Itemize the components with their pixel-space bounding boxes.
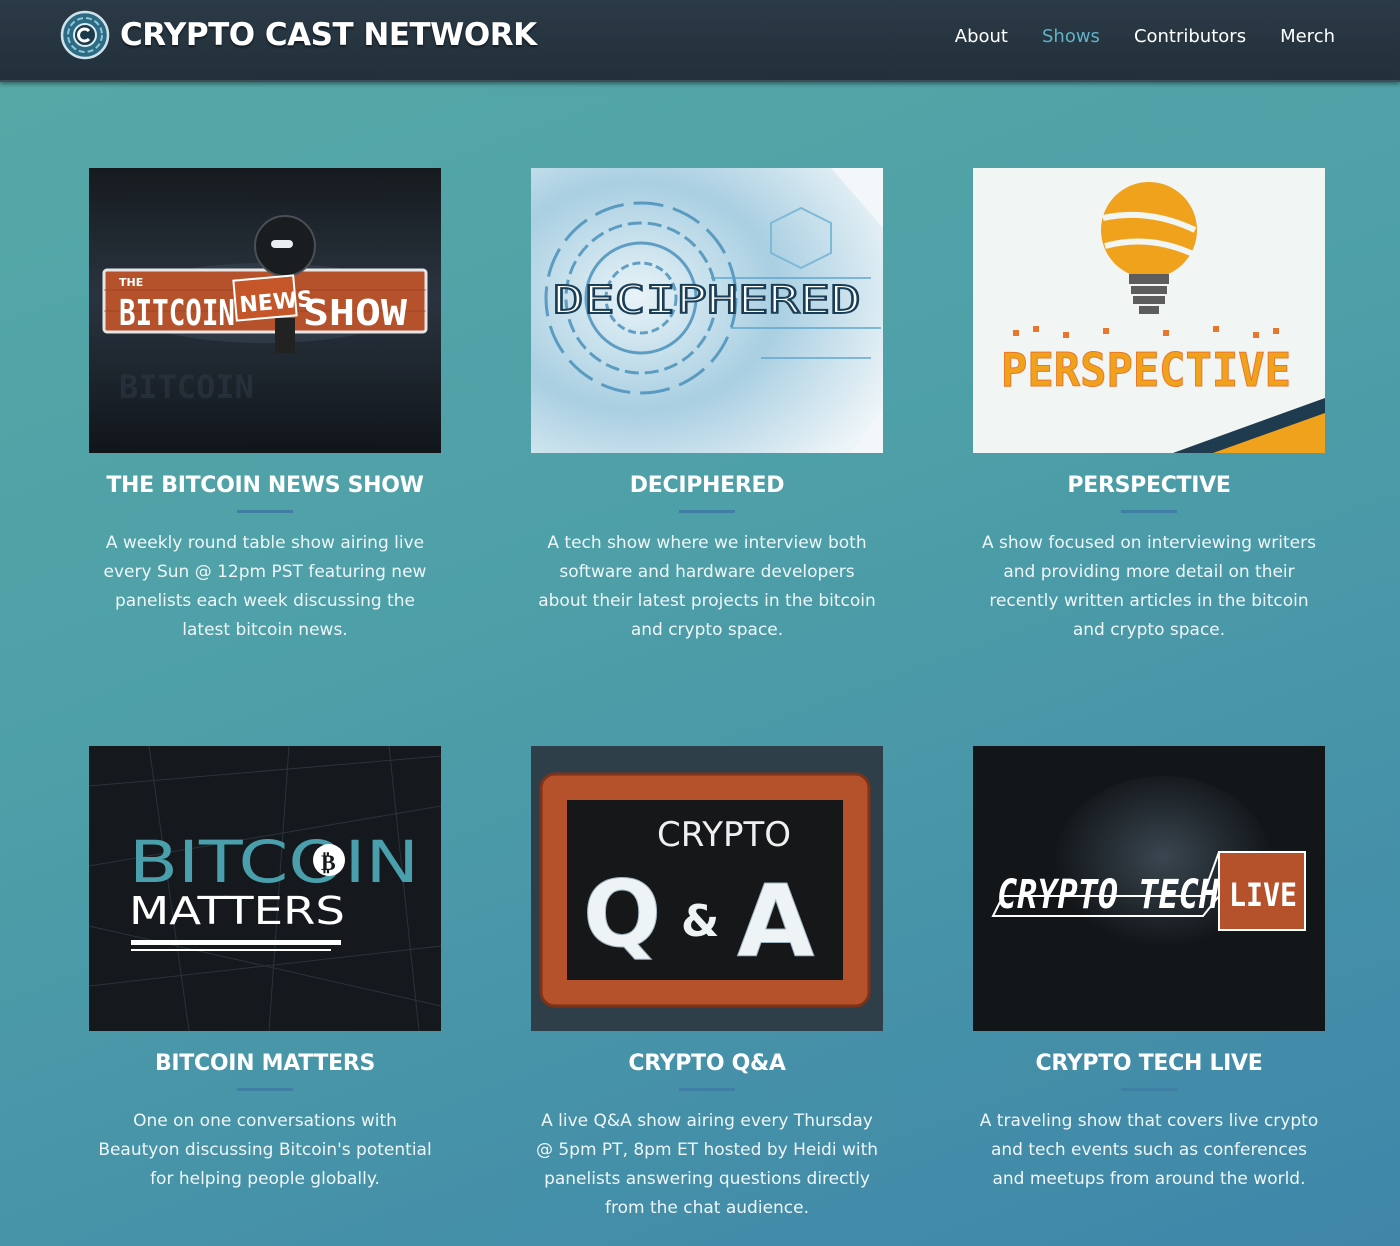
show-description: A weekly round table show airing live ev… bbox=[103, 533, 427, 640]
show-title: CRYPTO Q&A bbox=[628, 1051, 786, 1076]
nav-contributors[interactable]: Contributors bbox=[1134, 24, 1246, 50]
title-divider bbox=[679, 1088, 735, 1091]
bitcoin-news-show-logo-bitcoin: BITCOIN bbox=[119, 293, 235, 334]
title-divider bbox=[1121, 510, 1177, 513]
crypto-tech-live-logo-crypto-tech: CRYPTO TECH bbox=[997, 872, 1220, 918]
show-card-crypto-qa: CRYPTO Q & A CRYPTO Q&A A live Q&A show … bbox=[531, 746, 883, 1223]
crypto-qa-logo-amp: & bbox=[681, 896, 719, 947]
crypto-qa-logo-q: Q bbox=[583, 861, 661, 968]
show-card-bitcoin-matters: BITCOIN ₿ MATTERS BITCOIN MATTERS One on… bbox=[89, 746, 441, 1194]
brand-logo-icon bbox=[60, 10, 110, 60]
svg-text:₿: ₿ bbox=[321, 851, 336, 876]
nav-shows[interactable]: Shows bbox=[1042, 24, 1100, 50]
bitcoin-matters-logo-bitcoin: BITCOIN bbox=[129, 828, 419, 896]
deciphered-logo-text: DECIPHERED bbox=[553, 278, 861, 322]
bitcoin-news-show-logo-reflection: BITCOIN bbox=[119, 368, 254, 406]
bitcoin-matters-logo-matters: MATTERS bbox=[129, 889, 345, 933]
deciphered-logo-image: DECIPHERED bbox=[531, 168, 883, 453]
show-card-bitcoin-news-show: THE BITCOIN NEWS SHOW BITCOIN THE BITCOI… bbox=[89, 168, 441, 645]
brand-name: CRYPTO CAST NETWORK bbox=[120, 17, 537, 53]
nav-about[interactable]: About bbox=[955, 24, 1008, 50]
show-card-crypto-tech-live: CRYPTO TECH LIVE CRYPTO TECH LIVE A trav… bbox=[973, 746, 1325, 1194]
nav-merch[interactable]: Merch bbox=[1280, 24, 1335, 50]
title-divider bbox=[237, 510, 293, 513]
crypto-tech-live-thumbnail[interactable]: CRYPTO TECH LIVE bbox=[973, 746, 1325, 1031]
title-divider bbox=[1121, 1088, 1177, 1091]
bitcoin-news-show-logo-show: SHOW bbox=[303, 293, 407, 334]
crypto-tech-live-logo-live: LIVE bbox=[1229, 876, 1297, 914]
perspective-logo-image: PERSPECTIVE bbox=[973, 168, 1325, 453]
show-card-deciphered: DECIPHERED DECIPHERED A tech show where … bbox=[531, 168, 883, 645]
show-title: DECIPHERED bbox=[629, 473, 785, 498]
show-title: CRYPTO TECH LIVE bbox=[1035, 1051, 1263, 1076]
show-description: A live Q&A show airing every Thursday @ … bbox=[535, 1111, 879, 1218]
bitcoin-news-show-logo-the: THE bbox=[119, 276, 143, 289]
bitcoin-matters-thumbnail[interactable]: BITCOIN ₿ MATTERS bbox=[89, 746, 441, 1031]
show-card-perspective: PERSPECTIVE PERSPECTIVE A show focused o… bbox=[973, 168, 1325, 645]
show-title: THE BITCOIN NEWS SHOW bbox=[106, 473, 424, 498]
show-description: A tech show where we interview both soft… bbox=[538, 533, 876, 640]
show-title: BITCOIN MATTERS bbox=[154, 1051, 376, 1076]
crypto-qa-logo-image: CRYPTO Q & A bbox=[531, 746, 883, 1031]
show-description: A show focused on interviewing writers a… bbox=[981, 533, 1316, 640]
crypto-tech-live-logo-image: CRYPTO TECH LIVE bbox=[973, 746, 1325, 1031]
top-navbar: CRYPTO CAST NETWORK About Shows Contribu… bbox=[0, 0, 1400, 82]
title-divider bbox=[237, 1088, 293, 1091]
bitcoin-news-show-thumbnail[interactable]: THE BITCOIN NEWS SHOW BITCOIN bbox=[89, 168, 441, 453]
bitcoin-symbol-icon: ₿ bbox=[313, 844, 345, 876]
show-description: A traveling show that covers live crypto… bbox=[979, 1111, 1319, 1189]
bitcoin-news-show-logo-image: THE BITCOIN NEWS SHOW BITCOIN bbox=[89, 168, 441, 453]
crypto-qa-thumbnail[interactable]: CRYPTO Q & A bbox=[531, 746, 883, 1031]
crypto-qa-logo-crypto: CRYPTO bbox=[657, 815, 791, 855]
show-description: One on one conversations with Beautyon d… bbox=[98, 1111, 432, 1189]
main-nav: About Shows Contributors Merch bbox=[921, 24, 1335, 50]
title-divider bbox=[679, 510, 735, 513]
perspective-logo-text: PERSPECTIVE bbox=[1001, 343, 1291, 397]
perspective-thumbnail[interactable]: PERSPECTIVE bbox=[973, 168, 1325, 453]
bitcoin-matters-logo-image: BITCOIN ₿ MATTERS bbox=[89, 746, 441, 1031]
brand-link[interactable]: CRYPTO CAST NETWORK bbox=[60, 10, 537, 60]
show-title: PERSPECTIVE bbox=[1067, 473, 1231, 498]
crypto-qa-logo-a: A bbox=[737, 863, 814, 980]
deciphered-thumbnail[interactable]: DECIPHERED bbox=[531, 168, 883, 453]
